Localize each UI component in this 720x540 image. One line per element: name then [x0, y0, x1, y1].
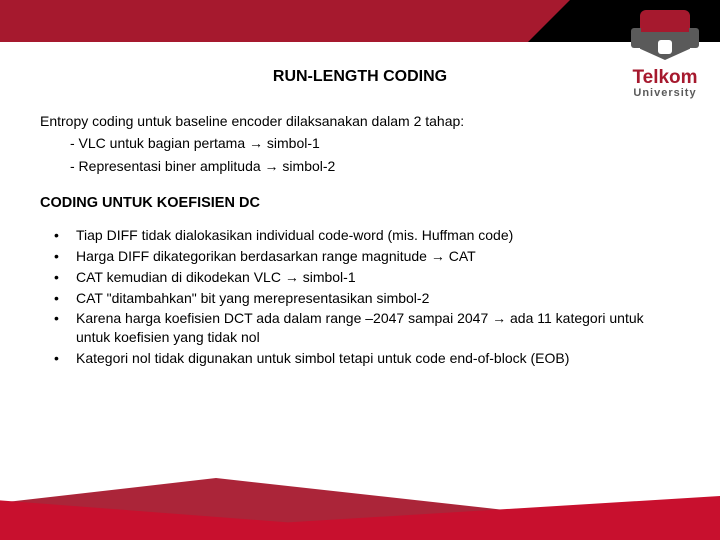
brand-name: Telkom — [632, 68, 697, 87]
shield-icon — [632, 10, 698, 64]
intro-line: Entropy coding untuk baseline encoder di… — [40, 112, 680, 131]
brand-logo: Telkom University — [632, 10, 698, 99]
list-item: •CAT kemudian di dikodekan VLC → simbol-… — [54, 268, 680, 287]
brand-sub: University — [633, 87, 696, 99]
list-text: Harga DIFF dikategorikan berdasarkan ran… — [76, 247, 680, 266]
header-band — [0, 0, 720, 42]
bullet-list: •Tiap DIFF tidak dialokasikan individual… — [40, 226, 680, 368]
list-text: Kategori nol tidak digunakan untuk simbo… — [76, 349, 680, 368]
list-item: •Harga DIFF dikategorikan berdasarkan ra… — [54, 247, 680, 266]
header-red — [0, 0, 570, 42]
intro-sub1: - VLC untuk bagian pertama → simbol-1 — [40, 134, 680, 153]
slide-content: RUN-LENGTH CODING Entropy coding untuk b… — [40, 60, 680, 370]
intro-sub2: - Representasi biner amplituda → simbol-… — [40, 157, 680, 176]
section-heading: CODING UNTUK KOEFISIEN DC — [40, 194, 680, 214]
list-text: CAT kemudian di dikodekan VLC → simbol-1 — [76, 268, 680, 287]
list-item: •CAT "ditambahkan" bit yang merepresenta… — [54, 289, 680, 308]
slide-title: RUN-LENGTH CODING — [40, 66, 680, 88]
list-item: •Karena harga koefisien DCT ada dalam ra… — [54, 309, 680, 347]
list-text: CAT "ditambahkan" bit yang merepresentas… — [76, 289, 680, 308]
list-item: •Kategori nol tidak digunakan untuk simb… — [54, 349, 680, 368]
list-text: Karena harga koefisien DCT ada dalam ran… — [76, 309, 680, 347]
list-item: •Tiap DIFF tidak dialokasikan individual… — [54, 226, 680, 245]
list-text: Tiap DIFF tidak dialokasikan individual … — [76, 226, 680, 245]
